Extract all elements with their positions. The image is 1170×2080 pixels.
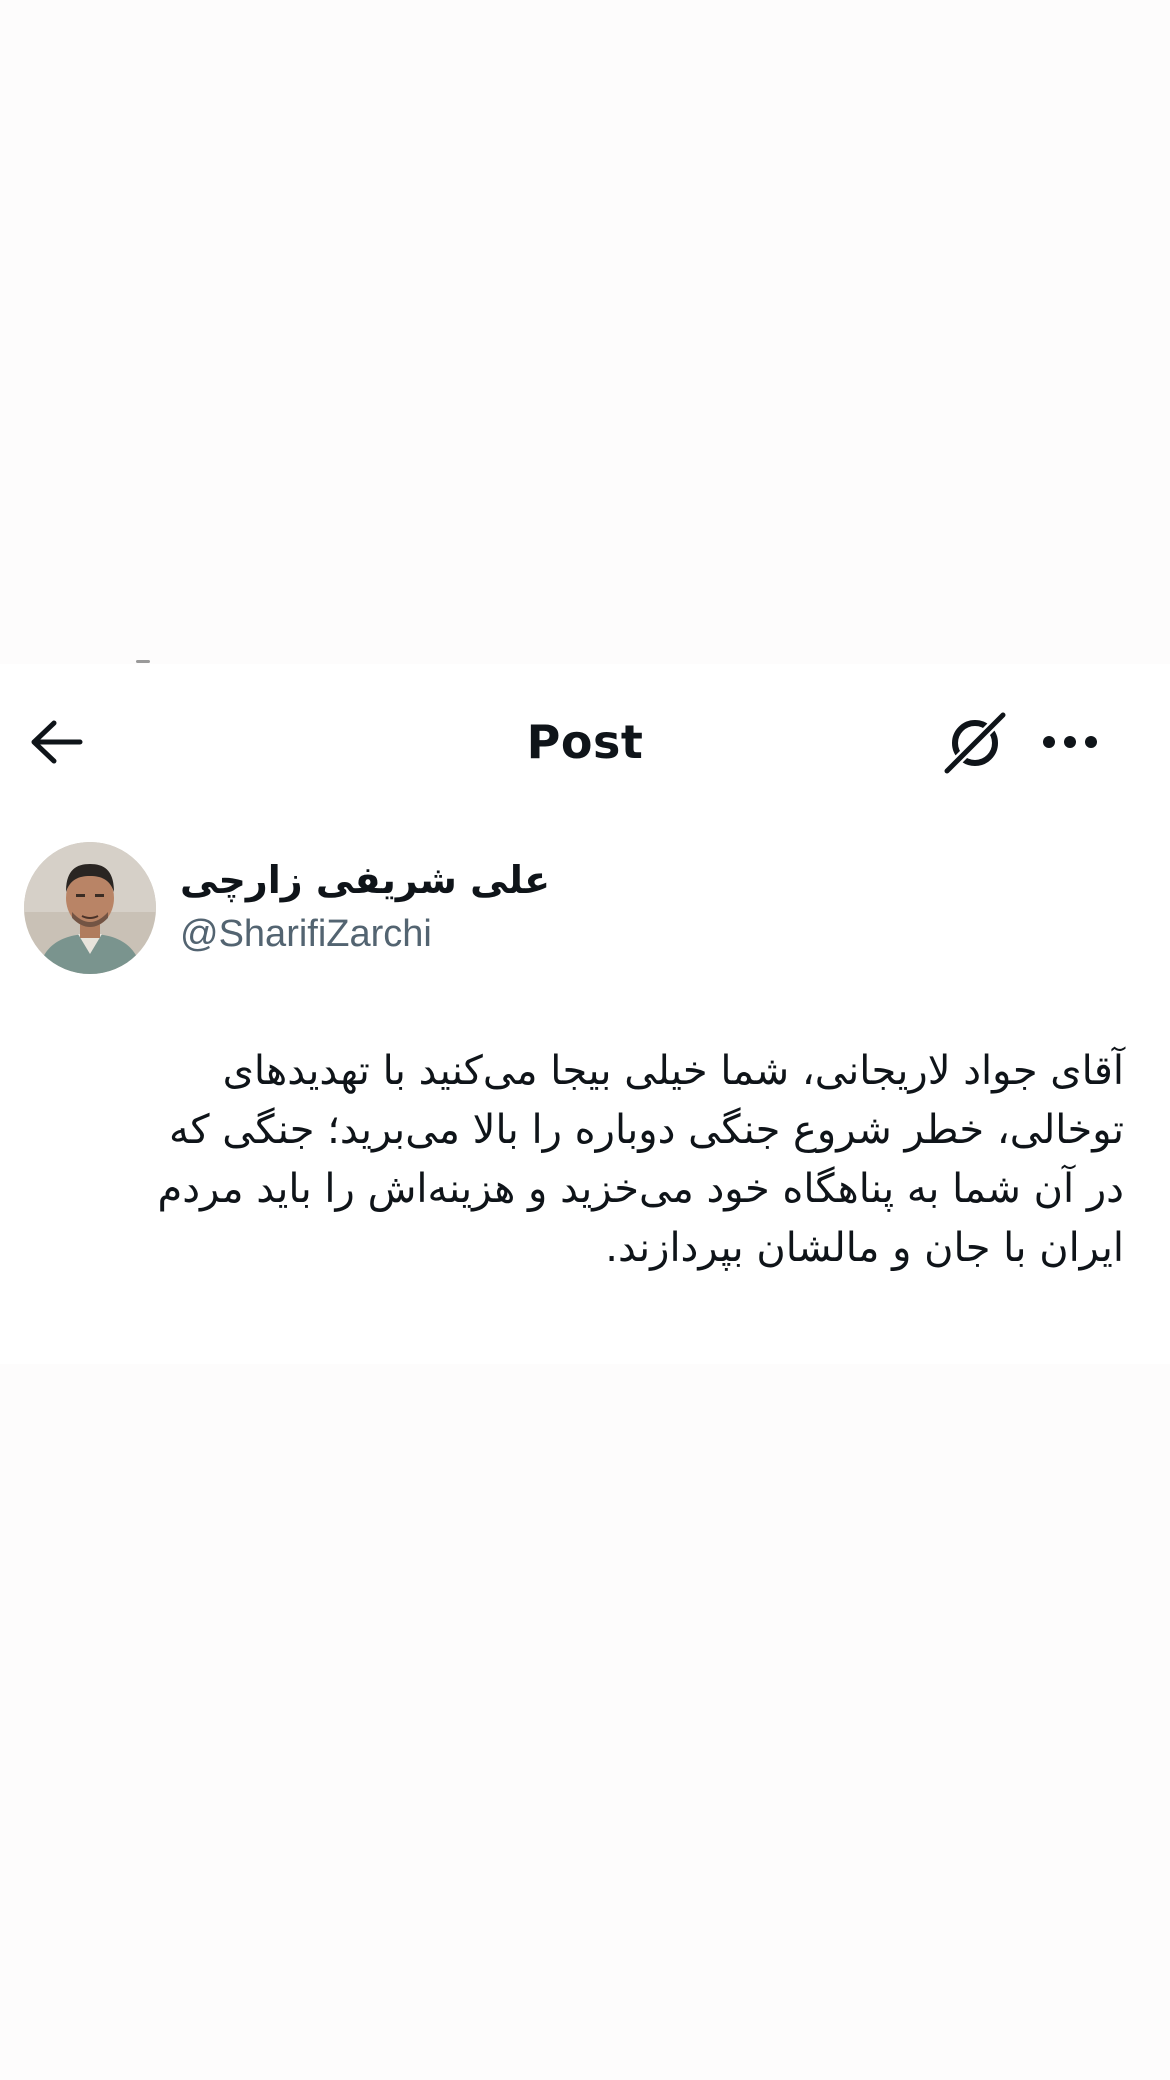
grok-button[interactable] [940, 708, 1010, 778]
more-horizontal-icon [1043, 736, 1097, 748]
more-options-button[interactable] [1035, 712, 1105, 772]
grok-icon [943, 711, 1007, 775]
top-bar: Post [0, 664, 1170, 819]
author-display-name[interactable]: علی شریفی زارچی [180, 854, 780, 906]
post-text: آقای جواد لاریجانی، شما خیلی بیجا می‌کنی… [157, 1048, 1124, 1271]
blank-area-bottom [0, 1364, 1170, 2080]
author-handle[interactable]: @SharifiZarchi [180, 910, 432, 958]
display-name-text: علی شریفی زارچی [180, 858, 551, 902]
blank-area-top [0, 0, 1170, 664]
avatar-photo [24, 842, 156, 974]
post-detail-view: Post علی شریفی زارچی @SharifiZarchi آقای… [0, 664, 1170, 1364]
divider [136, 660, 150, 663]
avatar[interactable] [24, 842, 156, 974]
